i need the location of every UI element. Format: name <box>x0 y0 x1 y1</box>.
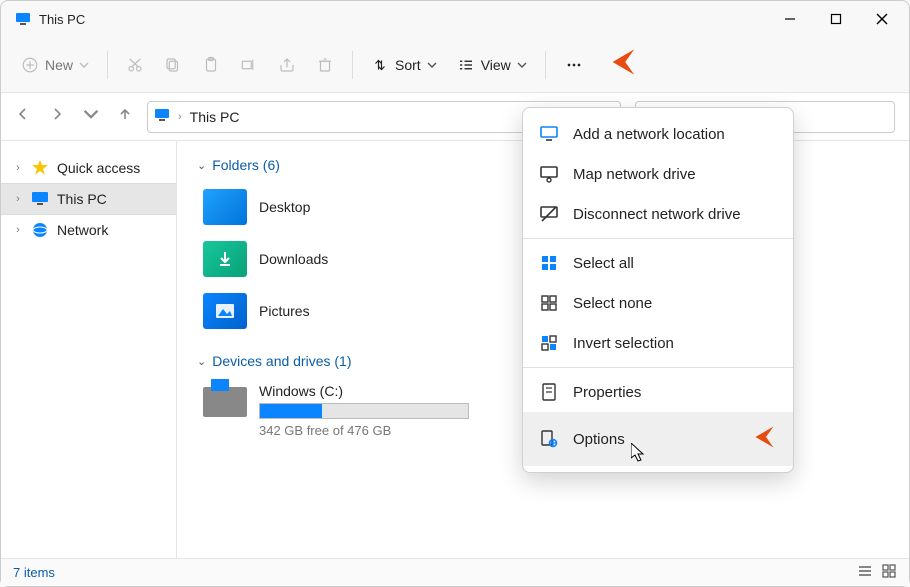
forward-button[interactable] <box>49 106 65 127</box>
history-dropdown[interactable] <box>83 106 99 127</box>
breadcrumb-separator-icon: › <box>178 111 182 123</box>
status-text: 7 items <box>13 565 55 580</box>
minimize-button[interactable] <box>767 1 813 37</box>
paste-button[interactable] <box>194 50 228 80</box>
menu-map-network-drive[interactable]: Map network drive <box>523 154 793 194</box>
drive-usage-bar <box>259 403 469 419</box>
new-button[interactable]: New <box>13 50 97 80</box>
new-label: New <box>45 57 73 73</box>
menu-options[interactable]: Options <box>523 412 793 466</box>
tiles-view-icon[interactable] <box>881 563 897 582</box>
menu-properties[interactable]: Properties <box>523 372 793 412</box>
sidebar: › Quick access › This PC › Network <box>1 141 177 558</box>
toolbar-divider <box>545 51 546 79</box>
more-menu: Add a network location Map network drive… <box>522 107 794 473</box>
sort-label: Sort <box>395 57 421 73</box>
share-button[interactable] <box>270 50 304 80</box>
folder-icon <box>203 189 247 225</box>
titlebar: This PC <box>1 1 909 37</box>
options-icon <box>539 429 559 449</box>
more-button[interactable] <box>556 49 592 81</box>
cut-button[interactable] <box>118 50 152 80</box>
rename-button[interactable] <box>232 50 266 80</box>
drive-free-text: 342 GB free of 476 GB <box>259 423 469 438</box>
chevron-down-icon: ⌄ <box>197 355 206 368</box>
sidebar-item-label: This PC <box>57 191 107 207</box>
select-all-icon <box>539 253 559 273</box>
sidebar-item-network[interactable]: › Network <box>1 215 176 245</box>
sort-button[interactable]: Sort <box>363 50 445 80</box>
this-pc-icon <box>31 190 49 208</box>
view-label: View <box>481 57 511 73</box>
toolbar-divider <box>352 51 353 79</box>
menu-select-none[interactable]: Select none <box>523 283 793 323</box>
view-button[interactable]: View <box>449 50 535 80</box>
drive-disconnect-icon <box>539 204 559 224</box>
chevron-right-icon: › <box>13 162 23 174</box>
toolbar-divider <box>107 51 108 79</box>
this-pc-icon <box>154 107 170 126</box>
maximize-button[interactable] <box>813 1 859 37</box>
menu-add-network-location[interactable]: Add a network location <box>523 114 793 154</box>
menu-select-all[interactable]: Select all <box>523 243 793 283</box>
copy-button[interactable] <box>156 50 190 80</box>
network-icon <box>31 221 49 239</box>
drive-icon <box>203 387 247 417</box>
invert-selection-icon <box>539 333 559 353</box>
close-button[interactable] <box>859 1 905 37</box>
star-icon <box>31 159 49 177</box>
callout-arrow-icon <box>743 422 777 456</box>
callout-arrow-icon <box>600 44 636 85</box>
chevron-down-icon: ⌄ <box>197 159 206 172</box>
statusbar: 7 items <box>1 558 909 586</box>
breadcrumb-current[interactable]: This PC <box>190 109 240 125</box>
menu-disconnect-network-drive[interactable]: Disconnect network drive <box>523 194 793 234</box>
back-button[interactable] <box>15 106 31 127</box>
select-none-icon <box>539 293 559 313</box>
folder-icon <box>203 293 247 329</box>
chevron-right-icon: › <box>13 224 23 236</box>
drive-label: Windows (C:) <box>259 383 469 399</box>
sidebar-item-label: Quick access <box>57 160 140 176</box>
toolbar: New Sort View <box>1 37 909 93</box>
sidebar-item-quick-access[interactable]: › Quick access <box>1 153 176 183</box>
delete-button[interactable] <box>308 50 342 80</box>
this-pc-icon <box>15 11 31 27</box>
folder-icon <box>203 241 247 277</box>
up-button[interactable] <box>117 106 133 127</box>
menu-invert-selection[interactable]: Invert selection <box>523 323 793 363</box>
monitor-icon <box>539 124 559 144</box>
details-view-icon[interactable] <box>857 563 873 582</box>
drive-network-icon <box>539 164 559 184</box>
properties-icon <box>539 382 559 402</box>
sidebar-item-this-pc[interactable]: › This PC <box>1 183 176 215</box>
menu-separator <box>523 367 793 368</box>
chevron-right-icon: › <box>13 193 23 205</box>
window-title: This PC <box>39 12 85 27</box>
sidebar-item-label: Network <box>57 222 108 238</box>
menu-separator <box>523 238 793 239</box>
